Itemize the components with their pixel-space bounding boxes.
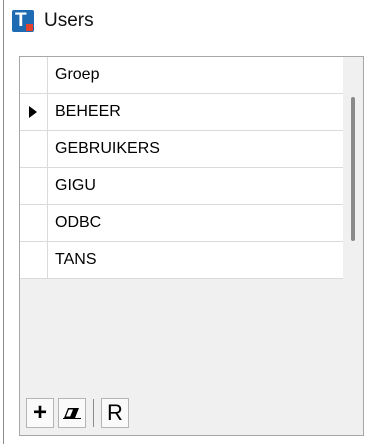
- grid-body: Groep BEHEER GEBRUIKERS GIGU ODBC TANS: [20, 57, 343, 279]
- row-indicator: [20, 131, 48, 167]
- app-logo-accent: [26, 24, 33, 31]
- row-indicator: [20, 242, 48, 278]
- groups-panel: Groep BEHEER GEBRUIKERS GIGU ODBC TANS +…: [19, 56, 364, 436]
- header-indicator-cell: [20, 57, 48, 93]
- row-pointer-icon: [29, 106, 37, 118]
- plus-icon: +: [32, 399, 47, 426]
- delete-button[interactable]: [58, 398, 86, 428]
- table-row[interactable]: TANS: [20, 242, 343, 279]
- group-cell[interactable]: TANS: [55, 242, 96, 278]
- window-border: [3, 0, 4, 444]
- vertical-scrollbar[interactable]: [351, 97, 355, 241]
- row-indicator: [20, 94, 48, 130]
- app-logo-icon: T: [12, 10, 34, 32]
- grid-toolbar: + R: [26, 395, 133, 431]
- group-cell[interactable]: ODBC: [55, 205, 101, 241]
- app-logo-letter: T: [15, 10, 27, 31]
- row-indicator: [20, 168, 48, 204]
- title-bar: T Users: [12, 8, 94, 34]
- refresh-button[interactable]: R: [101, 398, 129, 428]
- add-button[interactable]: +: [26, 398, 54, 428]
- groups-grid[interactable]: Groep BEHEER GEBRUIKERS GIGU ODBC TANS: [20, 57, 363, 392]
- column-header-groep[interactable]: Groep: [55, 57, 99, 93]
- table-row[interactable]: ODBC: [20, 205, 343, 242]
- window-title: Users: [44, 10, 94, 31]
- group-cell[interactable]: GIGU: [55, 168, 96, 204]
- row-indicator: [20, 205, 48, 241]
- refresh-r-icon: R: [107, 400, 123, 425]
- table-row[interactable]: GEBRUIKERS: [20, 131, 343, 168]
- grid-header-row: Groep: [20, 57, 343, 94]
- table-row[interactable]: GIGU: [20, 168, 343, 205]
- group-cell[interactable]: GEBRUIKERS: [55, 131, 160, 167]
- group-cell[interactable]: BEHEER: [55, 94, 121, 130]
- toolbar-separator: [93, 399, 94, 427]
- table-row[interactable]: BEHEER: [20, 94, 343, 131]
- eraser-icon: [63, 408, 81, 419]
